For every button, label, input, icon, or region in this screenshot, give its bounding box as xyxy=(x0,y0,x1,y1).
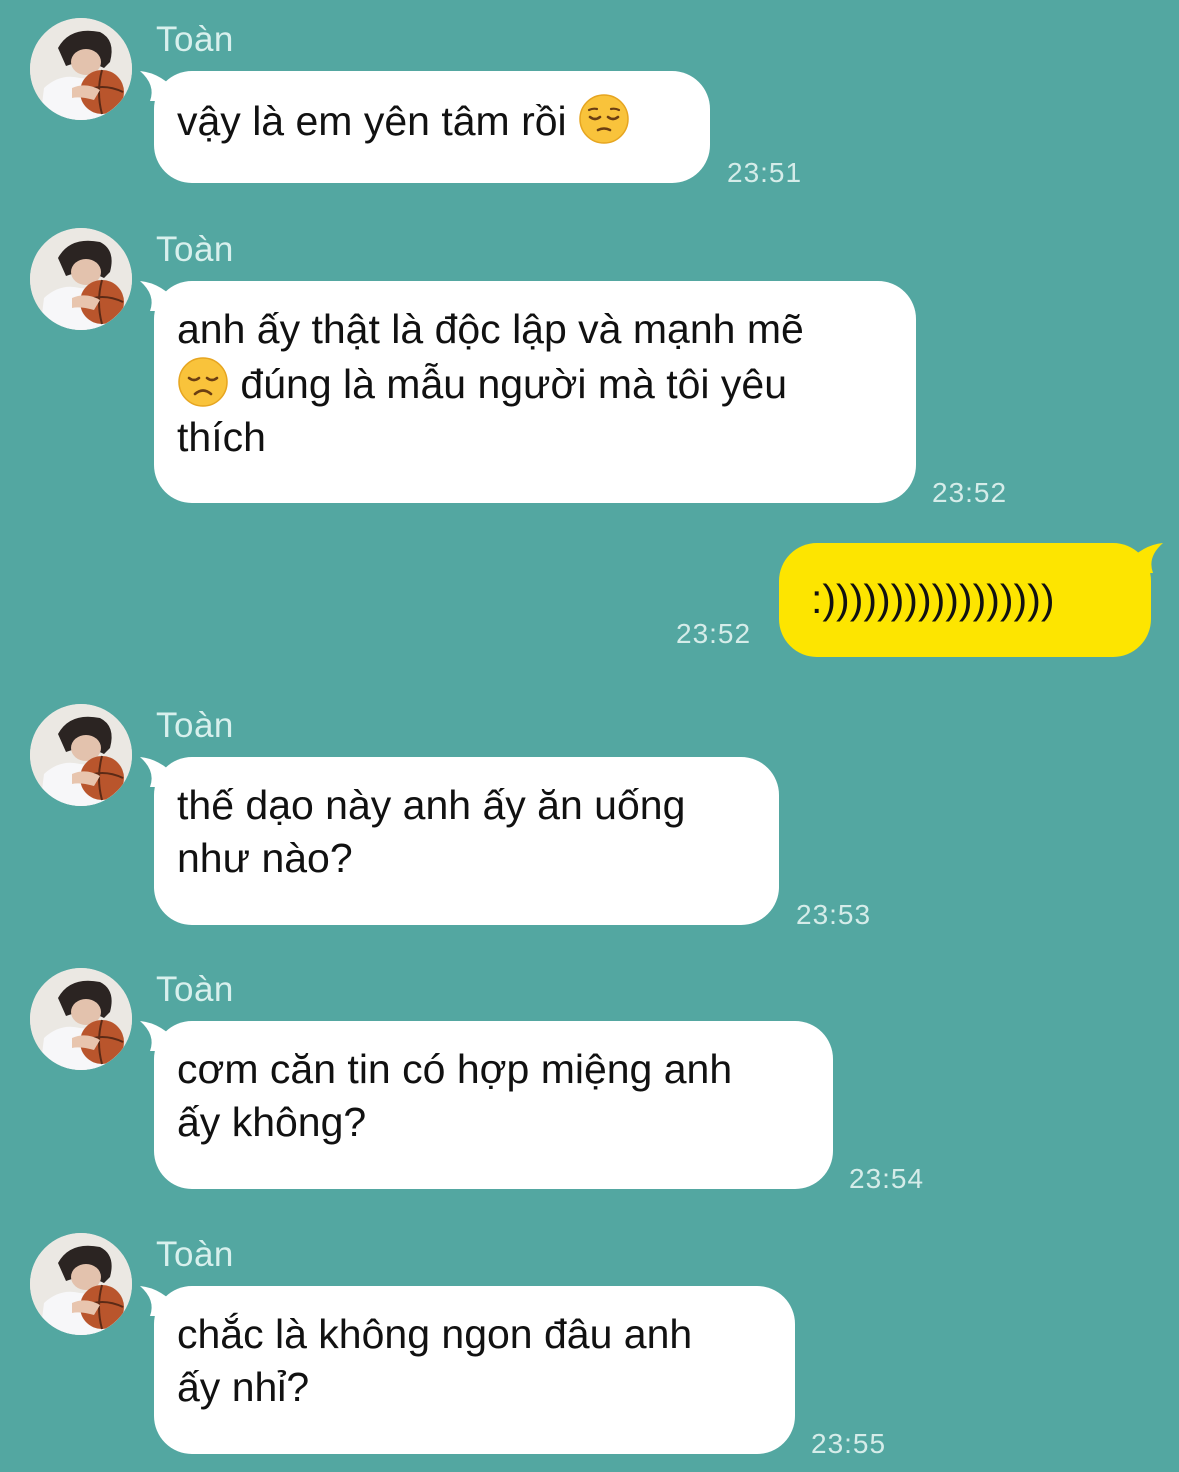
message-text-line: chắc là không ngon đâu anh xyxy=(177,1311,693,1357)
bubble-tail-icon xyxy=(1123,543,1163,573)
message-bubble[interactable]: thế dạo này anh ấy ăn uống như nào? xyxy=(140,757,779,925)
avatar[interactable] xyxy=(30,1233,132,1335)
avatar[interactable] xyxy=(30,18,132,120)
message-text-line: thế dạo này anh ấy ăn uống xyxy=(177,782,686,828)
pensive-face-emoji-icon xyxy=(579,94,629,144)
message-timestamp: 23:52 xyxy=(932,477,1008,508)
message-bubble[interactable]: vậy là em yên tâm rồi xyxy=(140,71,710,183)
message-text: đúng là mẫu người mà tôi yêu xyxy=(240,361,788,407)
message-timestamp: 23:55 xyxy=(811,1428,887,1459)
message-text-line: thích xyxy=(177,414,266,460)
message-bubble[interactable]: cơm căn tin có hợp miệng anh ấy không? xyxy=(140,1021,833,1189)
message-timestamp: 23:51 xyxy=(727,157,803,188)
message-text-line: anh ấy thật là độc lập và mạnh mẽ xyxy=(177,306,804,352)
chat-thread[interactable]: Toàn vậy là em yên tâm rồi 23:51 Toàn an… xyxy=(0,0,1179,1472)
avatar[interactable] xyxy=(30,704,132,806)
bubble-tail-icon xyxy=(140,71,180,101)
message-text-line: cơm căn tin có hợp miệng anh xyxy=(177,1046,733,1092)
message-timestamp: 23:54 xyxy=(849,1163,925,1194)
avatar[interactable] xyxy=(30,968,132,1070)
message-timestamp: 23:53 xyxy=(796,899,872,930)
bubble-tail-icon xyxy=(140,1286,180,1316)
avatar-photo-icon xyxy=(30,704,132,806)
message-text-line: như nào? xyxy=(177,835,353,881)
disappointed-face-emoji-icon xyxy=(178,357,228,407)
avatar-photo-icon xyxy=(30,18,132,120)
sender-name: Toàn xyxy=(156,1235,234,1274)
message-text-line: ấy không? xyxy=(177,1099,367,1145)
message-text-line: ấy nhỉ? xyxy=(177,1364,310,1410)
avatar-photo-icon xyxy=(30,228,132,330)
message-bubble[interactable]: anh ấy thật là độc lập và mạnh mẽ đúng l… xyxy=(140,281,916,503)
message-timestamp: 23:52 xyxy=(676,618,752,649)
avatar-photo-icon xyxy=(30,1233,132,1335)
message-text-line: đúng là mẫu người mà tôi yêu xyxy=(177,356,892,411)
avatar-photo-icon xyxy=(30,968,132,1070)
sender-name: Toàn xyxy=(156,706,234,745)
bubble-tail-icon xyxy=(140,757,180,787)
message-text: vậy là em yên tâm rồi xyxy=(177,98,567,144)
sender-name: Toàn xyxy=(156,970,234,1009)
sender-name: Toàn xyxy=(156,230,234,269)
sender-name: Toàn xyxy=(156,20,234,59)
avatar[interactable] xyxy=(30,228,132,330)
message-bubble[interactable]: chắc là không ngon đâu anh ấy nhỉ? xyxy=(140,1286,795,1454)
message-text: :))))))))))))))))) xyxy=(811,576,1055,622)
bubble-tail-icon xyxy=(140,281,180,311)
message-bubble-outgoing[interactable]: :))))))))))))))))) xyxy=(779,543,1163,657)
bubble-tail-icon xyxy=(140,1021,180,1051)
